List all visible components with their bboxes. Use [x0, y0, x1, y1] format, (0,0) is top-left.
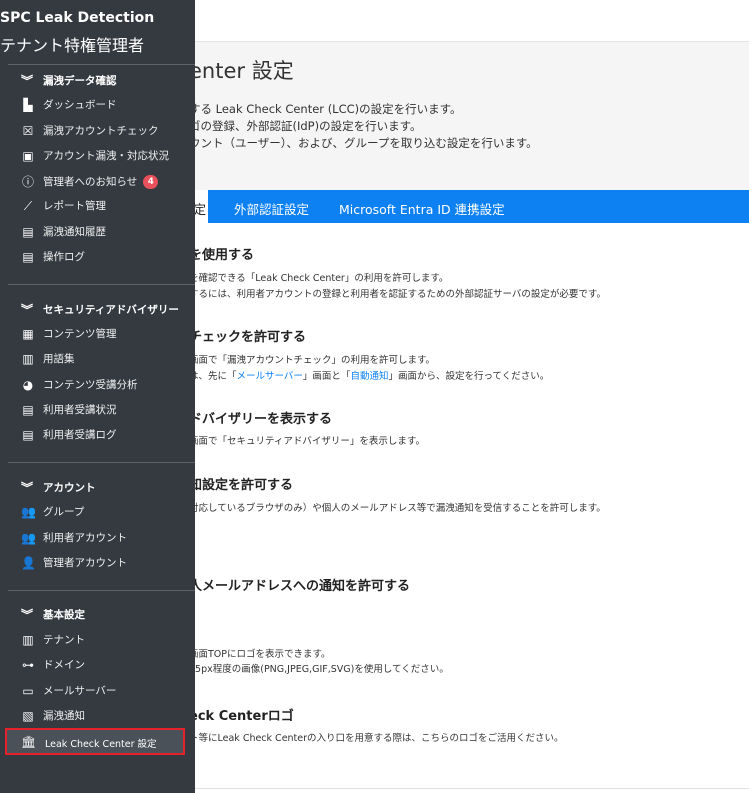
sidebar-item-report[interactable]: ⟋ レポート管理 [21, 198, 106, 216]
file-icon: ▤ [22, 428, 34, 442]
sidebar-item-glossary[interactable]: ▥ 用語集 [21, 351, 74, 369]
landmark-icon: 🏛 [21, 735, 37, 749]
page-description-3: ウント（ユーザー）、および、グループを取り込む設定を行います。 [189, 136, 538, 150]
section-text: を確認できる「Leak Check Center」の利用を許可します。 [189, 273, 449, 284]
sidebar-divider [8, 590, 195, 591]
content-icon: ▦ [22, 327, 34, 341]
tab-external-auth[interactable]: 外部認証設定 [234, 190, 309, 223]
book-icon: ▥ [22, 352, 34, 366]
sidebar-item-user-course-log[interactable]: ▤ 利用者受講ログ [21, 427, 116, 445]
section-title-notify-settings: 知設定を許可する [189, 478, 294, 493]
section-title-lcc-logo: eck Centerロゴ [189, 709, 294, 724]
sidebar-item-account-leak-status[interactable]: ▣ アカウント漏洩・対応状況 [21, 148, 169, 166]
sidebar-item-tenant[interactable]: ▥ テナント [21, 632, 85, 650]
building-icon: ▥ [22, 633, 34, 647]
section-text: ト等にLeak Check Centerの入り口を用意する際は、こちらのロゴをご… [189, 733, 564, 744]
sidebar-item-admin-notices[interactable]: ⓘ 管理者へのお知らせ 4 [21, 173, 159, 191]
table-icon: ▤ [22, 403, 34, 417]
section-title-advisory: ドバイザリーを表示する [189, 412, 333, 427]
group-basic-settings[interactable]: ︾ 基本設定 [21, 606, 85, 624]
pie-chart-icon: ◕ [22, 378, 34, 392]
section-text: 画面で「漏洩アカウントチェック」の利用を許可します。 [189, 355, 436, 366]
sidebar-item-domain[interactable]: ⊶ ドメイン [21, 657, 85, 675]
sidebar-divider [8, 462, 195, 463]
section-text: 対応しているブラウザのみ）や個人のメールアドレス等で漏洩通知を受信することを許可… [189, 503, 606, 514]
sidebar-item-user-account[interactable]: 👥 利用者アカウント [21, 530, 127, 548]
section-text: 画面TOPにロゴを表示できます。 [189, 649, 331, 660]
desktop-icon: ▭ [22, 684, 34, 698]
sidebar-item-content-management[interactable]: ▦ コンテンツ管理 [21, 326, 116, 344]
group-account[interactable]: ︾ アカウント [21, 479, 96, 497]
sidebar-item-content-analysis[interactable]: ◕ コンテンツ受講分析 [21, 377, 138, 395]
section-text: 画面で「セキュリティアドバイザリー」を表示します。 [189, 436, 425, 447]
section-title-personal-email: 人メールアドレスへの通知を許可する [189, 579, 411, 594]
sidebar-item-group[interactable]: 👥 グループ [21, 504, 84, 522]
sidebar-item-mail-server[interactable]: ▭ メールサーバー [21, 683, 116, 701]
users-icon: 👥 [21, 505, 36, 519]
file-icon: ▤ [22, 250, 34, 264]
group-leak-data[interactable]: ︾ 漏洩データ確認 [21, 72, 117, 90]
sidebar-divider [8, 64, 195, 65]
sidebar-item-dashboard[interactable]: ▙ ダッシュボード [21, 97, 116, 115]
page-description-2: ゴの登録、外部認証(IdP)の設定を行います。 [189, 119, 422, 133]
sidebar-item-user-course-status[interactable]: ▤ 利用者受講状況 [21, 402, 116, 420]
section-text: するには、利用者アカウントの登録と利用者を認証するための外部認証サーバの設定が必… [189, 289, 606, 300]
section-title-use-lcc: を使用する [189, 248, 255, 263]
sidebar-item-leak-account-check[interactable]: ☒ 漏洩アカウントチェック [21, 123, 159, 141]
brand-name: SPC Leak Detection [0, 10, 155, 26]
page-description-1: する Leak Check Center (LCC)の設定を行います。 [189, 102, 462, 116]
sidebar-item-admin-account[interactable]: 👤 管理者アカウント [21, 555, 127, 573]
tab-entra-id[interactable]: Microsoft Entra ID 連携設定 [339, 190, 505, 223]
sidebar-divider [8, 284, 195, 285]
file-icon: ▤ [22, 225, 34, 239]
group-security-advisory[interactable]: ︾ セキュリティアドバイザリー [21, 301, 179, 319]
content-divider [195, 788, 749, 789]
section-text-with-links: は、先に「メールサーバー」画面と「自動通知」画面から、設定を行ってください。 [189, 371, 550, 382]
chevrons-down-icon: ︾ [21, 74, 34, 88]
notice-count-badge: 4 [143, 175, 159, 189]
chart-line-icon: ⟋ [23, 199, 33, 213]
section-title-account-check: チェックを許可する [189, 330, 307, 345]
brand-role: テナント特権管理者 [0, 36, 145, 55]
chevrons-down-icon: ︾ [21, 303, 34, 317]
user-board-icon: ▣ [22, 149, 34, 163]
page-title: enter 設定 [189, 59, 294, 83]
sitemap-icon: ⊶ [22, 658, 34, 672]
users-cog-icon: 👥 [21, 531, 36, 545]
sidebar-item-lcc-settings[interactable]: 🏛 Leak Check Center 設定 [5, 728, 185, 755]
user-icon: 👤 [21, 556, 36, 570]
chevrons-down-icon: ︾ [21, 608, 34, 622]
info-icon: ⓘ [21, 175, 34, 189]
user-slash-icon: ☒ [22, 124, 34, 138]
chevrons-down-icon: ︾ [21, 481, 34, 495]
sidebar: SPC Leak Detection テナント特権管理者 ︾ 漏洩データ確認 ▙ ダ… [0, 0, 195, 793]
sidebar-item-leak-notify[interactable]: ▧ 漏洩通知 [21, 708, 85, 726]
mail-server-link[interactable]: メールサーバー [237, 371, 303, 382]
section-text: 45px程度の画像(PNG,JPEG,GIF,SVG)を使用してください。 [189, 664, 449, 675]
bell-icon: ▧ [22, 709, 34, 723]
sidebar-item-leak-notify-history[interactable]: ▤ 漏洩通知履歴 [21, 224, 106, 242]
dashboard-icon: ▙ [23, 98, 33, 112]
sidebar-item-operation-log[interactable]: ▤ 操作ログ [21, 249, 85, 267]
auto-notify-link[interactable]: 自動通知 [350, 371, 388, 382]
